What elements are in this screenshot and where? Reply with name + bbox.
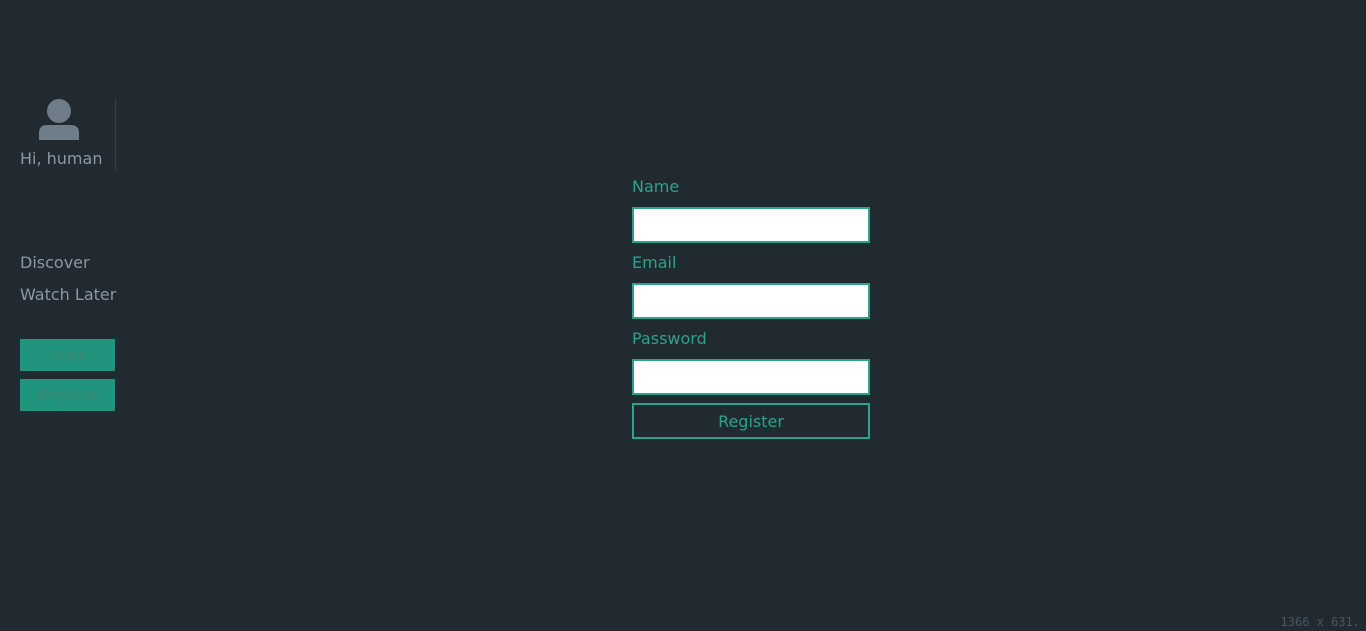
register-form: Name Email Password Register [632, 176, 870, 439]
sidebar: Hi, human Discover Watch Later Login Reg… [0, 0, 135, 631]
password-label: Password [632, 329, 707, 348]
sidebar-register-button[interactable]: Register [20, 379, 115, 411]
email-label: Email [632, 253, 677, 272]
login-button[interactable]: Login [20, 339, 115, 371]
dimensions-overlay: 1366 x 631. [1280, 615, 1360, 629]
page: Hi, human Discover Watch Later Login Reg… [0, 0, 1366, 631]
password-field[interactable] [632, 359, 870, 395]
user-block: Hi, human [0, 98, 116, 171]
sidebar-item-discover[interactable]: Discover [20, 252, 116, 284]
user-icon [39, 98, 79, 140]
sidebar-nav: Discover Watch Later [20, 252, 116, 316]
register-submit-button[interactable]: Register [632, 403, 870, 439]
greeting: Hi, human [20, 149, 103, 168]
name-label: Name [632, 177, 680, 196]
email-field[interactable] [632, 283, 870, 319]
name-field[interactable] [632, 207, 870, 243]
sidebar-item-watch-later[interactable]: Watch Later [20, 284, 116, 316]
